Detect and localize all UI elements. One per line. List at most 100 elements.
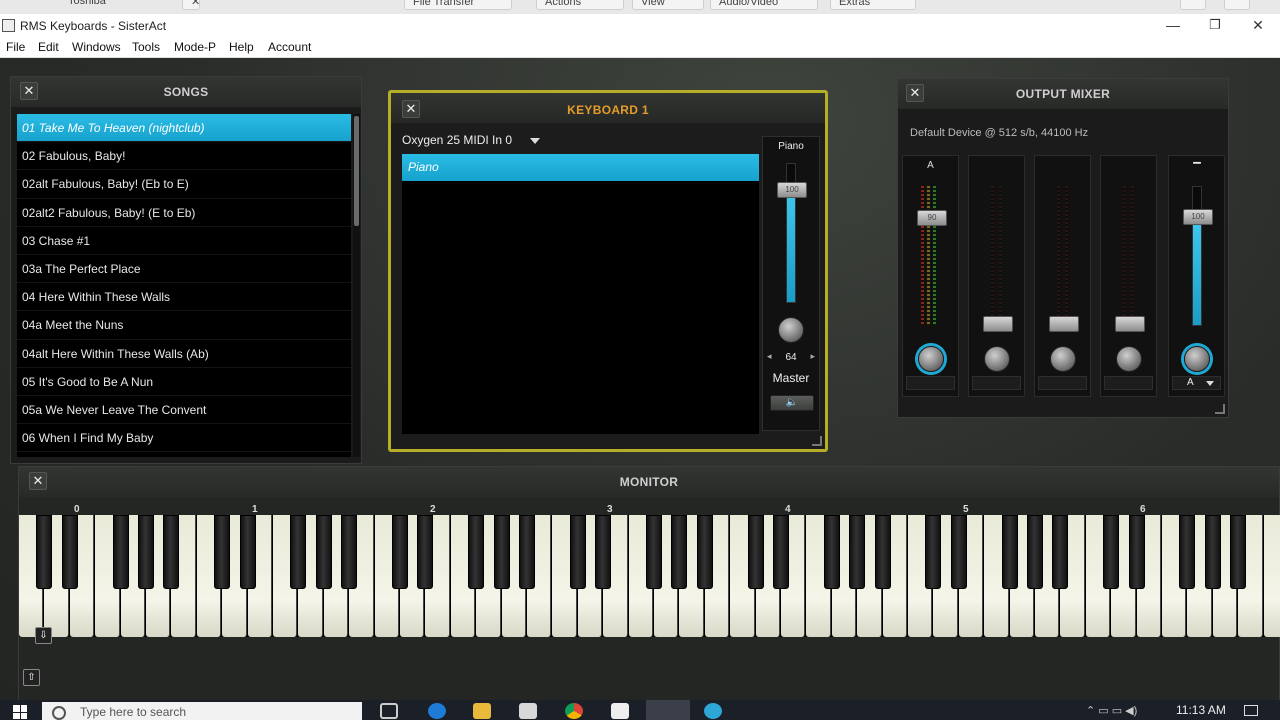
remote-extra-button-1[interactable] (1180, 0, 1206, 10)
minimize-button[interactable]: — (1163, 16, 1183, 34)
black-key[interactable] (239, 515, 256, 589)
master-fader[interactable]: 100 (1183, 186, 1213, 326)
menu-tools[interactable]: Tools (132, 40, 160, 54)
notifications-icon[interactable] (1244, 705, 1258, 716)
white-key[interactable] (1263, 515, 1280, 637)
edge-icon[interactable] (428, 703, 446, 719)
remote-close-button[interactable]: ✕ (182, 0, 200, 10)
rms-keyboards-taskbar-icon[interactable] (646, 700, 690, 720)
remote-extras-button[interactable]: Extras (830, 0, 916, 10)
black-key[interactable] (849, 515, 866, 589)
windows-start-icon[interactable] (13, 705, 27, 719)
black-key[interactable] (874, 515, 891, 589)
black-key[interactable] (1230, 515, 1247, 589)
volume-fader-handle[interactable]: 100 (777, 182, 807, 198)
black-key[interactable] (519, 515, 535, 589)
song-item[interactable]: 06 When I Find My Baby (17, 424, 351, 453)
channel-pan-knob[interactable] (984, 346, 1010, 372)
song-item[interactable]: 03 Chase #1 (17, 227, 351, 255)
channel-slot[interactable] (972, 376, 1021, 390)
song-list-scrollbar[interactable] (353, 114, 360, 457)
store-icon[interactable] (519, 703, 537, 719)
menu-account[interactable]: Account (268, 40, 311, 54)
channel-pan-knob[interactable] (1116, 346, 1142, 372)
black-key[interactable] (1179, 515, 1196, 589)
task-view-icon[interactable] (380, 703, 398, 719)
black-key[interactable] (773, 515, 789, 589)
black-key[interactable] (417, 515, 434, 589)
black-key[interactable] (747, 515, 764, 589)
system-tray-icon[interactable]: ⌃ ▭ ▭ ◀) (1086, 704, 1166, 718)
channel-pan-knob[interactable] (1050, 346, 1076, 372)
remote-extra-button-2[interactable] (1224, 0, 1250, 10)
black-key[interactable] (569, 515, 586, 589)
file-explorer-icon[interactable] (473, 703, 491, 719)
song-item[interactable]: 05a We Never Leave The Convent (17, 396, 351, 425)
remote-actions-button[interactable]: Actions (536, 0, 624, 10)
song-item[interactable]: 03a The Perfect Place (17, 255, 351, 284)
resize-grip-icon[interactable] (1215, 404, 1225, 414)
black-key[interactable] (1027, 515, 1043, 589)
black-key[interactable] (925, 515, 942, 589)
black-key[interactable] (36, 515, 53, 589)
channel-fader-handle[interactable] (983, 316, 1013, 332)
master-pan-knob[interactable] (1184, 346, 1210, 372)
menu-windows[interactable]: Windows (72, 40, 121, 54)
mail-icon[interactable] (611, 703, 629, 719)
black-key[interactable] (61, 515, 78, 589)
black-key[interactable] (1001, 515, 1018, 589)
black-key[interactable] (1128, 515, 1145, 589)
remote-view-button[interactable]: View (632, 0, 704, 10)
resize-grip-icon[interactable] (812, 436, 822, 446)
black-key[interactable] (341, 515, 358, 589)
remote-audio-video-button[interactable]: Audio/Video (710, 0, 818, 10)
song-item[interactable]: 04alt Here Within These Walls (Ab) (17, 340, 351, 368)
remote-file-transfer-button[interactable]: File Transfer (404, 0, 512, 10)
restore-button[interactable]: ❐ (1205, 16, 1225, 34)
black-key[interactable] (823, 515, 840, 589)
black-key[interactable] (468, 515, 485, 589)
song-item[interactable]: 02alt2 Fabulous, Baby! (E to Eb) (17, 199, 351, 227)
master-fader-handle[interactable]: 100 (1183, 209, 1213, 225)
octave-up-icon[interactable]: ⇧ (23, 669, 40, 686)
menu-mode-p[interactable]: Mode-P (174, 40, 216, 54)
song-item[interactable]: 01 Take Me To Heaven (nightclub) (17, 114, 351, 143)
song-item[interactable]: 02 Fabulous, Baby! (17, 142, 351, 171)
piano-keyboard[interactable] (19, 515, 1280, 637)
channel-pan-knob[interactable] (918, 346, 944, 372)
octave-down-icon[interactable]: ⇩ (35, 627, 52, 644)
black-key[interactable] (290, 515, 307, 589)
master-output-select[interactable]: A (1172, 376, 1221, 390)
close-window-button[interactable]: ✕ (1248, 16, 1268, 34)
song-item[interactable]: 04 Here Within These Walls (17, 283, 351, 312)
black-key[interactable] (315, 515, 332, 589)
black-key[interactable] (671, 515, 688, 589)
midi-input-select[interactable]: Oxygen 25 MIDI In 0 (402, 133, 542, 151)
channel-fader-handle[interactable]: 90 (917, 210, 947, 226)
channel-slot[interactable] (1104, 376, 1153, 390)
layer-item[interactable]: Piano (402, 154, 759, 181)
taskbar-search-input[interactable]: Type here to search (42, 702, 362, 720)
channel-slot[interactable] (906, 376, 955, 390)
song-item[interactable]: 02alt Fabulous, Baby! (Eb to E) (17, 170, 351, 199)
menu-edit[interactable]: Edit (38, 40, 59, 54)
pan-right-arrow[interactable]: ▸ (810, 351, 815, 362)
black-key[interactable] (392, 515, 408, 589)
black-key[interactable] (112, 515, 129, 589)
pan-knob[interactable] (778, 317, 804, 343)
black-key[interactable] (696, 515, 713, 589)
black-key[interactable] (646, 515, 662, 589)
song-item[interactable]: 05 It's Good to Be A Nun (17, 368, 351, 396)
black-key[interactable] (950, 515, 967, 589)
black-key[interactable] (493, 515, 510, 589)
menu-help[interactable]: Help (229, 40, 254, 54)
chrome-icon[interactable] (565, 703, 583, 719)
black-key[interactable] (214, 515, 231, 589)
black-key[interactable] (1204, 515, 1221, 589)
speaker-icon[interactable]: 🔈 (770, 395, 814, 411)
black-key[interactable] (1103, 515, 1120, 589)
song-item[interactable]: 04a Meet the Nuns (17, 311, 351, 340)
channel-slot[interactable] (1038, 376, 1087, 390)
channel-fader-handle[interactable] (1049, 316, 1079, 332)
menu-file[interactable]: File (6, 40, 25, 54)
